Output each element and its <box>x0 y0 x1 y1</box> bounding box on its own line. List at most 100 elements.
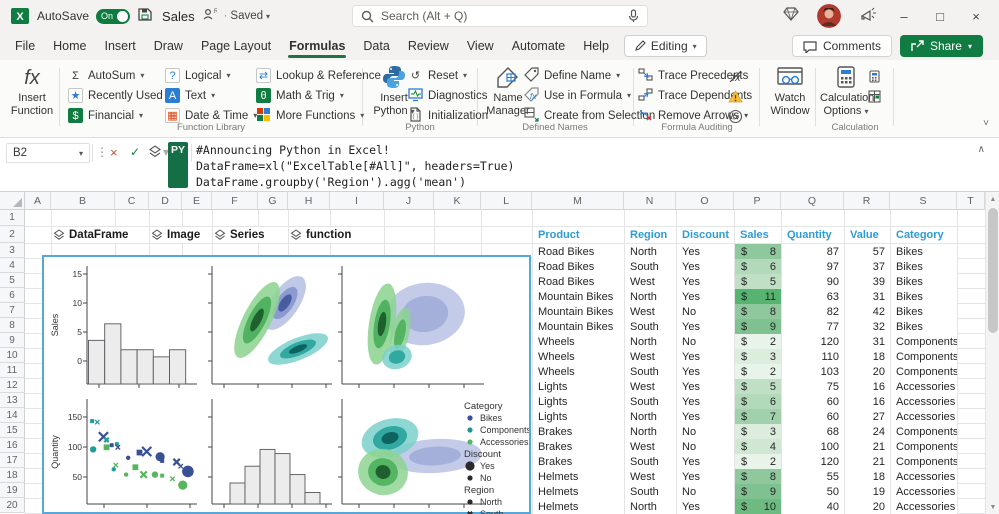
cell-product[interactable]: Mountain Bikes <box>533 304 624 319</box>
cell-value[interactable]: 39 <box>845 274 890 289</box>
row-header-12[interactable]: 12 <box>0 378 25 393</box>
cell-quantity[interactable]: 40 <box>782 499 844 514</box>
cell-discount[interactable]: Yes <box>677 349 734 364</box>
column-header-I[interactable]: I <box>330 192 384 210</box>
cell-sales[interactable]: $3 <box>735 349 781 364</box>
enter-icon[interactable]: ✓ <box>130 145 140 159</box>
python-object-card-image[interactable]: Image <box>151 227 207 242</box>
cell-product[interactable]: Road Bikes <box>533 274 624 289</box>
tab-help[interactable]: Help <box>574 34 618 58</box>
cell-sales[interactable]: $10 <box>735 499 781 514</box>
scroll-up-icon[interactable]: ▲ <box>986 192 999 206</box>
recently-used-button[interactable]: ★Recently Used▾ <box>68 86 172 105</box>
cell-region[interactable]: West <box>625 274 676 289</box>
text-button[interactable]: A Text ▾ <box>165 86 257 105</box>
cell-discount[interactable]: Yes <box>677 469 734 484</box>
editing-mode-button[interactable]: Editing ▾ <box>623 35 707 57</box>
cell-discount[interactable]: Yes <box>677 289 734 304</box>
cell-category[interactable]: Components <box>891 334 957 349</box>
close-button[interactable]: × <box>967 9 985 24</box>
cell-discount[interactable]: Yes <box>677 364 734 379</box>
collapse-formula-bar-icon[interactable]: ∧ <box>978 144 985 155</box>
select-all-corner[interactable] <box>0 192 25 210</box>
cell-discount[interactable]: No <box>677 439 734 454</box>
column-header-T[interactable]: T <box>957 192 985 210</box>
cell-value[interactable]: 21 <box>845 454 890 469</box>
reset-button[interactable]: ↺ Reset ▾ <box>408 66 488 85</box>
search-input[interactable]: Search (Alt + Q) <box>352 5 648 27</box>
row-header-1[interactable]: 1 <box>0 210 25 226</box>
cell-category[interactable]: Components <box>891 349 957 364</box>
comments-button[interactable]: Comments <box>791 35 892 57</box>
column-header-N[interactable]: N <box>624 192 676 210</box>
cell-quantity[interactable]: 60 <box>782 409 844 424</box>
cell-quantity[interactable]: 100 <box>782 439 844 454</box>
cell-region[interactable]: West <box>625 304 676 319</box>
tab-insert[interactable]: Insert <box>96 34 145 58</box>
cell-value[interactable]: 42 <box>845 304 890 319</box>
row-header-15[interactable]: 15 <box>0 423 25 438</box>
column-header-H[interactable]: H <box>288 192 330 210</box>
tab-page-layout[interactable]: Page Layout <box>192 34 280 58</box>
cell-value[interactable]: 57 <box>845 244 890 259</box>
column-header-J[interactable]: J <box>384 192 434 210</box>
cell-product[interactable]: Road Bikes <box>533 259 624 274</box>
cell-sales[interactable]: $6 <box>735 259 781 274</box>
cell-category[interactable]: Accessories <box>891 409 957 424</box>
python-object-card-series[interactable]: Series <box>214 227 271 242</box>
cell-category[interactable]: Bikes <box>891 319 957 334</box>
cell-quantity[interactable]: 87 <box>782 244 844 259</box>
table-header-category[interactable]: Category <box>891 227 957 242</box>
cell-value[interactable]: 18 <box>845 469 890 484</box>
cell-discount[interactable]: Yes <box>677 409 734 424</box>
logical-button[interactable]: ? Logical ▾ <box>165 66 257 85</box>
calculate-now-button[interactable] <box>868 68 881 87</box>
cell-category[interactable]: Bikes <box>891 304 957 319</box>
row-header-3[interactable]: 3 <box>0 243 25 258</box>
cell-quantity[interactable]: 63 <box>782 289 844 304</box>
row-header-13[interactable]: 13 <box>0 393 25 408</box>
cell-value[interactable]: 37 <box>845 259 890 274</box>
watch-window-button[interactable]: Watch Window <box>764 64 816 118</box>
cell-value[interactable]: 31 <box>845 334 890 349</box>
row-header-10[interactable]: 10 <box>0 348 25 363</box>
pairplot-chart[interactable]: 15 10 5 0 Sales 150 100 50 Quantity Category Bikes… <box>42 255 531 514</box>
column-header-Q[interactable]: Q <box>781 192 844 210</box>
cell-sales[interactable]: $11 <box>735 289 781 304</box>
cell-region[interactable]: South <box>625 394 676 409</box>
cell-sales[interactable]: $4 <box>735 439 781 454</box>
cell-quantity[interactable]: 77 <box>782 319 844 334</box>
minimize-button[interactable]: – <box>895 9 913 24</box>
calculate-sheet-button[interactable] <box>868 88 881 107</box>
cell-discount[interactable]: Yes <box>677 394 734 409</box>
cell-quantity[interactable]: 60 <box>782 394 844 409</box>
column-header-D[interactable]: D <box>149 192 182 210</box>
cell-region[interactable]: South <box>625 259 676 274</box>
cell-product[interactable]: Lights <box>533 394 624 409</box>
row-header-2[interactable]: 2 <box>0 226 25 243</box>
table-header-sales[interactable]: Sales <box>735 227 781 242</box>
cell-value[interactable]: 31 <box>845 289 890 304</box>
cell-category[interactable]: Components <box>891 454 957 469</box>
cell-quantity[interactable]: 120 <box>782 334 844 349</box>
cell-product[interactable]: Wheels <box>533 364 624 379</box>
document-title[interactable]: Sales <box>162 9 195 24</box>
cell-discount[interactable]: No <box>677 334 734 349</box>
save-icon[interactable] <box>137 6 153 27</box>
cell-region[interactable]: North <box>625 244 676 259</box>
tab-file[interactable]: File <box>6 34 44 58</box>
cell-product[interactable]: Brakes <box>533 424 624 439</box>
cell-discount[interactable]: Yes <box>677 244 734 259</box>
cell-product[interactable]: Helmets <box>533 499 624 514</box>
cell-value[interactable]: 21 <box>845 439 890 454</box>
cell-quantity[interactable]: 103 <box>782 364 844 379</box>
cell-sales[interactable]: $2 <box>735 334 781 349</box>
tab-data[interactable]: Data <box>354 34 398 58</box>
cell-category[interactable]: Bikes <box>891 289 957 304</box>
row-header-5[interactable]: 5 <box>0 273 25 288</box>
column-header-A[interactable]: A <box>25 192 51 210</box>
row-header-8[interactable]: 8 <box>0 318 25 333</box>
cell-region[interactable]: North <box>625 409 676 424</box>
insert-function-button[interactable]: fx Insert Function <box>6 64 58 118</box>
autosave-toggle[interactable]: On <box>96 8 131 24</box>
